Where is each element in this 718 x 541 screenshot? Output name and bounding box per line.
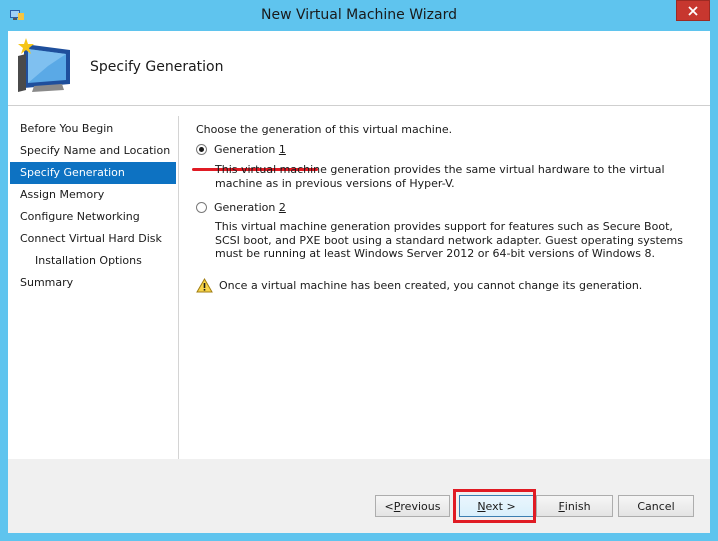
nav-step-installation-options[interactable]: Installation Options <box>10 250 176 272</box>
generation-prompt: Choose the generation of this virtual ma… <box>196 123 453 136</box>
wizard-body: Before You Begin Specify Name and Locatio… <box>8 106 710 464</box>
previous-button[interactable]: < Previous <box>375 495 450 517</box>
generation-1-radio[interactable] <box>196 144 207 155</box>
wizard-step-nav: Before You Begin Specify Name and Locatio… <box>10 118 176 294</box>
nav-step-specify-generation[interactable]: Specify Generation <box>10 162 176 184</box>
nav-divider <box>178 116 179 464</box>
generation-2-radio-row[interactable]: Generation 2 <box>196 201 286 214</box>
cancel-button[interactable]: Cancel <box>618 495 694 517</box>
close-button[interactable] <box>676 0 710 21</box>
nav-step-configure-networking[interactable]: Configure Networking <box>10 206 176 228</box>
page-title: Specify Generation <box>90 59 224 75</box>
nav-step-assign-memory[interactable]: Assign Memory <box>10 184 176 206</box>
generation-1-label[interactable]: Generation 1 <box>214 143 286 156</box>
warning-text: Once a virtual machine has been created,… <box>219 279 643 292</box>
generation-2-label[interactable]: Generation 2 <box>214 201 286 214</box>
nav-step-before-you-begin[interactable]: Before You Begin <box>10 118 176 140</box>
window-title: New Virtual Machine Wizard <box>261 7 457 23</box>
radio-selected-dot <box>199 147 204 152</box>
warning-icon <box>196 278 213 293</box>
wizard-window: New Virtual Machine Wizard Specify Gener… <box>0 0 718 541</box>
wizard-client-area: Specify Generation Before You Begin Speci… <box>8 31 710 533</box>
nav-step-summary[interactable]: Summary <box>10 272 176 294</box>
generation-warning: Once a virtual machine has been created,… <box>196 278 642 293</box>
finish-button[interactable]: Finish <box>536 495 613 517</box>
generation-2-radio[interactable] <box>196 202 207 213</box>
generation-2-description: This virtual machine generation provides… <box>215 220 683 260</box>
wizard-footer: < Previous Next > Finish Cancel <box>8 459 710 533</box>
close-icon <box>688 5 698 16</box>
generation-1-description: This virtual machine generation provides… <box>215 163 665 190</box>
wizard-header: Specify Generation <box>8 31 710 105</box>
red-highlight-box <box>453 489 536 523</box>
nav-step-specify-name-and-location[interactable]: Specify Name and Location <box>10 140 176 162</box>
generation-1-radio-row[interactable]: Generation 1 <box>196 143 286 156</box>
virtual-machine-wizard-icon <box>18 38 70 92</box>
nav-step-connect-virtual-hard-disk[interactable]: Connect Virtual Hard Disk <box>10 228 176 250</box>
title-bar[interactable]: New Virtual Machine Wizard <box>0 0 718 31</box>
